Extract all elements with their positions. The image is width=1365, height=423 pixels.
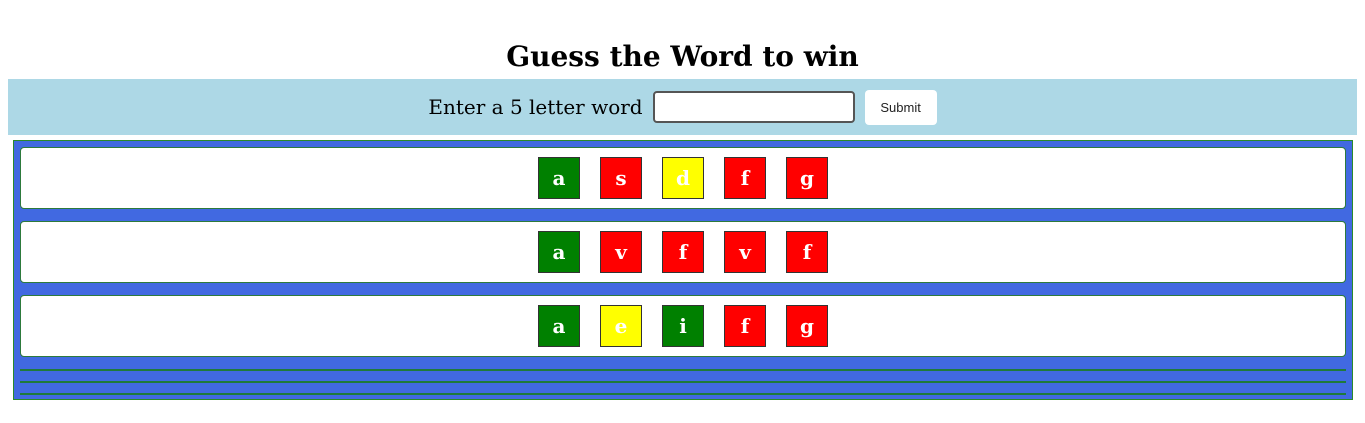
input-bar: Enter a 5 letter word Submit bbox=[8, 79, 1357, 135]
letter-tile: a bbox=[538, 305, 580, 347]
submit-button[interactable]: Submit bbox=[864, 89, 937, 125]
letter-tile: s bbox=[600, 157, 642, 199]
letter-tile: f bbox=[724, 157, 766, 199]
word-input[interactable] bbox=[652, 91, 855, 123]
empty-guess-row bbox=[20, 393, 1346, 395]
guess-row: a e i f g bbox=[20, 295, 1346, 357]
letter-tile: d bbox=[662, 157, 704, 199]
guess-board: a s d f g a v f v f a e i f g bbox=[13, 140, 1353, 400]
letter-tile: g bbox=[786, 305, 828, 347]
letter-tile: i bbox=[662, 305, 704, 347]
letter-tile: f bbox=[786, 231, 828, 273]
letter-tile: v bbox=[600, 231, 642, 273]
empty-guess-row bbox=[20, 381, 1346, 383]
letter-tile: v bbox=[724, 231, 766, 273]
letter-tile: e bbox=[600, 305, 642, 347]
letter-tile: f bbox=[662, 231, 704, 273]
guess-row: a s d f g bbox=[20, 147, 1346, 209]
empty-guess-row bbox=[20, 369, 1346, 371]
word-input-label: Enter a 5 letter word bbox=[428, 95, 643, 119]
page-title: Guess the Word to win bbox=[506, 39, 859, 73]
guess-row: a v f v f bbox=[20, 221, 1346, 283]
letter-tile: a bbox=[538, 231, 580, 273]
letter-tile: a bbox=[538, 157, 580, 199]
letter-tile: g bbox=[786, 157, 828, 199]
letter-tile: f bbox=[724, 305, 766, 347]
